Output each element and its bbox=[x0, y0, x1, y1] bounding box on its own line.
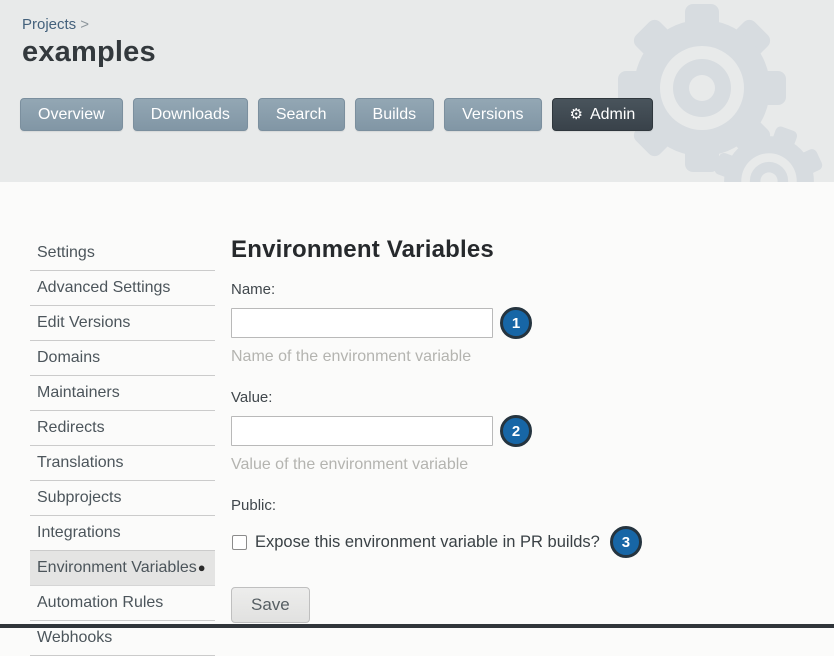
panel-heading: Environment Variables bbox=[231, 236, 834, 264]
project-header: Projects> examples Overview Downloads Se… bbox=[0, 0, 834, 182]
save-button[interactable]: Save bbox=[231, 587, 310, 623]
environment-variables-panel: Environment Variables Name: 1 Name of th… bbox=[231, 236, 834, 623]
sidebar-item-settings[interactable]: Settings bbox=[30, 236, 215, 271]
admin-content: Settings Advanced Settings Edit Versions… bbox=[0, 182, 834, 656]
nav-search-button[interactable]: Search bbox=[258, 98, 345, 131]
name-help-text: Name of the environment variable bbox=[231, 348, 834, 366]
gear-icon: ⚙ bbox=[570, 107, 583, 122]
public-checkbox-label[interactable]: Expose this environment variable in PR b… bbox=[255, 533, 600, 552]
value-input[interactable] bbox=[231, 416, 493, 446]
sidebar-item-subprojects[interactable]: Subprojects bbox=[30, 481, 215, 516]
sidebar-item-edit-versions[interactable]: Edit Versions bbox=[30, 306, 215, 341]
gears-decoration-image bbox=[572, 0, 834, 182]
sidebar-item-label: Environment Variables bbox=[37, 559, 197, 576]
footer-top-edge bbox=[0, 624, 834, 628]
sidebar-item-domains[interactable]: Domains bbox=[30, 341, 215, 376]
annotation-badge-3: 3 bbox=[610, 526, 642, 558]
sidebar-item-translations[interactable]: Translations bbox=[30, 446, 215, 481]
nav-admin-button[interactable]: ⚙ Admin bbox=[552, 98, 654, 131]
sidebar-item-advanced-settings[interactable]: Advanced Settings bbox=[30, 271, 215, 306]
nav-downloads-button[interactable]: Downloads bbox=[133, 98, 248, 131]
public-label: Public: bbox=[231, 497, 834, 514]
admin-sidebar: Settings Advanced Settings Edit Versions… bbox=[30, 236, 215, 656]
annotation-badge-2: 2 bbox=[500, 415, 532, 447]
value-label: Value: bbox=[231, 389, 834, 406]
nav-admin-label: Admin bbox=[590, 106, 635, 124]
project-nav: Overview Downloads Search Builds Version… bbox=[20, 98, 653, 131]
name-input[interactable] bbox=[231, 308, 493, 338]
nav-builds-button[interactable]: Builds bbox=[355, 98, 435, 131]
value-help-text: Value of the environment variable bbox=[231, 456, 834, 474]
page-title: examples bbox=[22, 36, 156, 69]
active-item-bullet: ● bbox=[198, 560, 206, 575]
breadcrumb: Projects> bbox=[22, 16, 89, 33]
breadcrumb-projects-link[interactable]: Projects bbox=[22, 16, 76, 33]
breadcrumb-separator: > bbox=[80, 16, 89, 33]
nav-overview-button[interactable]: Overview bbox=[20, 98, 123, 131]
nav-versions-button[interactable]: Versions bbox=[444, 98, 541, 131]
sidebar-item-integrations[interactable]: Integrations bbox=[30, 516, 215, 551]
annotation-badge-1: 1 bbox=[500, 307, 532, 339]
sidebar-item-automation-rules[interactable]: Automation Rules bbox=[30, 586, 215, 621]
name-label: Name: bbox=[231, 281, 834, 298]
public-checkbox[interactable] bbox=[232, 535, 247, 550]
sidebar-item-redirects[interactable]: Redirects bbox=[30, 411, 215, 446]
sidebar-item-environment-variables[interactable]: Environment Variables● bbox=[30, 551, 215, 586]
sidebar-item-maintainers[interactable]: Maintainers bbox=[30, 376, 215, 411]
